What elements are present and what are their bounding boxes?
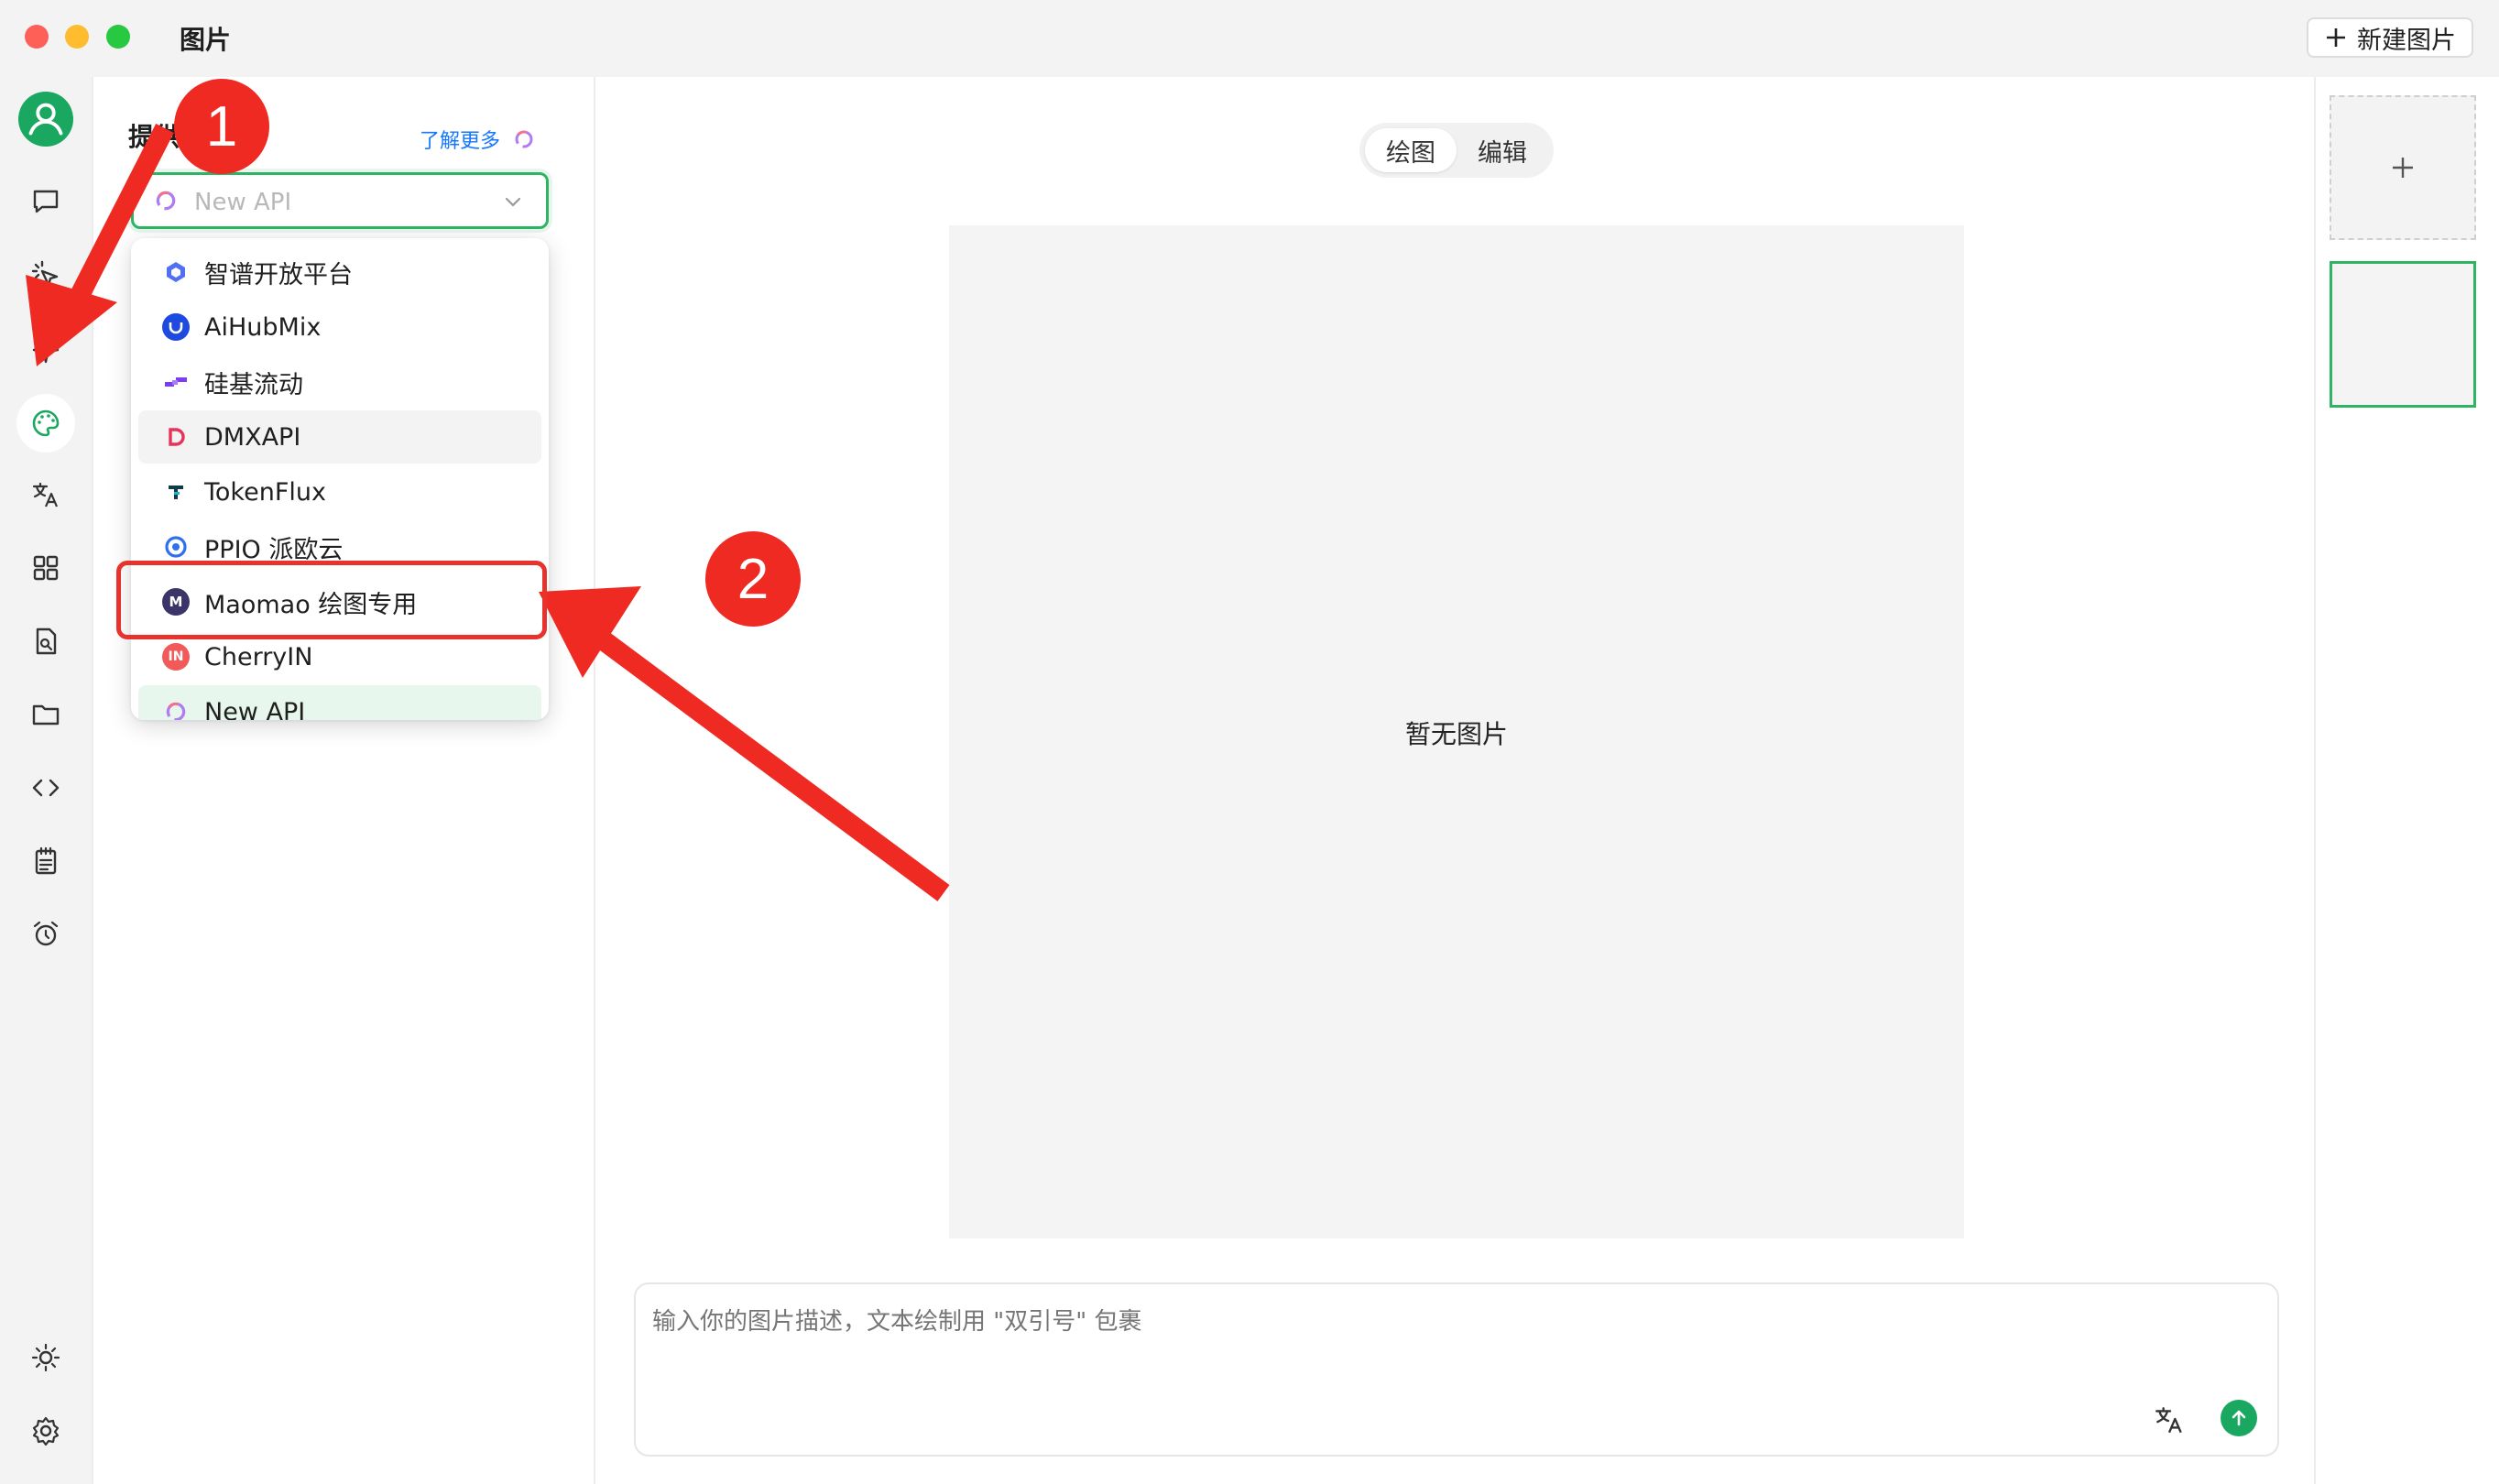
avatar-icon [17, 91, 74, 147]
newapi-icon [162, 698, 190, 720]
prompt-input[interactable] [652, 1308, 2026, 1336]
sidebar-item-paintings[interactable] [16, 394, 75, 453]
plus-icon [2327, 28, 2345, 47]
dropdown-item-dmxapi[interactable]: DMXAPI [138, 410, 541, 464]
empty-state-text: 暂无图片 [1404, 719, 1508, 749]
folder-icon [32, 704, 60, 726]
close-window-button[interactable] [25, 25, 49, 49]
learn-more-link[interactable]: 了解更多 [420, 125, 500, 154]
dropdown-item-tokenflux[interactable]: TokenFlux [138, 465, 541, 518]
grid-icon [33, 555, 59, 581]
tab-draw[interactable]: 绘图 [1365, 128, 1457, 172]
sidebar-item-chat[interactable] [16, 172, 75, 231]
provider-select-value: New API [194, 189, 292, 216]
maximize-window-button[interactable] [106, 25, 130, 49]
arrow-up-icon [2232, 1410, 2246, 1426]
add-image-button[interactable] [2330, 95, 2476, 240]
zhipu-icon [162, 258, 190, 286]
dropdown-item-label: 智谱开放平台 [204, 260, 353, 289]
sidebar-item-files[interactable] [16, 685, 75, 744]
step-badge-1: 1 [174, 79, 269, 174]
alarm-icon [33, 921, 59, 946]
step-badge-2: 2 [705, 531, 801, 627]
gear-icon [32, 1416, 60, 1446]
sidebar-item-knowledge[interactable] [16, 612, 75, 671]
chevron-down-icon [505, 197, 521, 207]
user-avatar[interactable] [16, 90, 75, 148]
plus-icon [2393, 158, 2413, 178]
tab-edit[interactable]: 编辑 [1457, 128, 1548, 172]
sidebar-item-code[interactable] [16, 758, 75, 817]
dmxapi-icon [162, 423, 190, 451]
settings-button[interactable] [16, 1402, 75, 1460]
sidebar-item-notes[interactable] [16, 832, 75, 890]
dropdown-item-zhipu[interactable]: 智谱开放平台 [138, 246, 541, 299]
dropdown-item-label: TokenFlux [204, 477, 326, 507]
highlight-box [116, 561, 547, 639]
newapi-icon [515, 130, 533, 148]
theme-toggle[interactable] [16, 1328, 75, 1387]
dropdown-item-siliconflow[interactable]: 硅基流动 [138, 355, 541, 409]
sidebar-item-agents[interactable] [16, 246, 75, 304]
cherryin-icon: IN [162, 643, 190, 671]
dropdown-item-aihubmix[interactable]: AiHubMix [138, 300, 541, 354]
notepad-icon [35, 846, 57, 875]
dropdown-item-newapi[interactable]: New API [138, 685, 541, 720]
sidebar-item-minapps[interactable] [16, 905, 75, 964]
send-button[interactable] [2221, 1400, 2257, 1436]
chat-icon [33, 190, 59, 213]
dropdown-item-label: DMXAPI [204, 422, 301, 452]
translate-button[interactable] [2149, 1400, 2189, 1440]
newapi-icon [156, 191, 176, 211]
dropdown-item-label: AiHubMix [204, 312, 322, 342]
sun-icon [31, 1343, 60, 1372]
provider-dropdown: 智谱开放平台 AiHubMix 硅基流动 DMXAPI TokenFlux PP… [131, 238, 549, 720]
arrow-annotation-2 [539, 586, 950, 901]
dropdown-item-label: New API [204, 697, 306, 721]
tokenflux-icon [162, 478, 190, 506]
sidebar-item-apps[interactable] [16, 539, 75, 597]
cursor-sparkle-icon [31, 260, 59, 287]
file-search-icon [36, 627, 57, 655]
palette-icon [32, 409, 60, 437]
sidebar-item-translate[interactable] [16, 465, 75, 524]
dropdown-item-label: CherryIN [204, 642, 313, 671]
code-icon [32, 779, 60, 797]
new-image-button[interactable]: 新建图片 [2307, 17, 2473, 58]
title-bar [0, 0, 2499, 77]
aihubmix-icon [162, 313, 190, 341]
image-thumbnail[interactable] [2330, 261, 2476, 408]
siliconflow-icon [162, 368, 190, 396]
translate-icon [32, 482, 59, 507]
dropdown-item-label: PPIO 派欧云 [204, 535, 344, 564]
translate-icon [2155, 1407, 2182, 1434]
minimize-window-button[interactable] [65, 25, 89, 49]
sidebar-item-assistants[interactable] [16, 321, 75, 379]
ppio-icon [162, 533, 190, 561]
dropdown-item-label: 硅基流动 [204, 370, 303, 399]
mode-tabs: 绘图 编辑 [1359, 123, 1554, 178]
window-title: 图片 [180, 25, 232, 55]
sparkle-icon [32, 336, 60, 364]
new-image-label: 新建图片 [2357, 26, 2456, 55]
